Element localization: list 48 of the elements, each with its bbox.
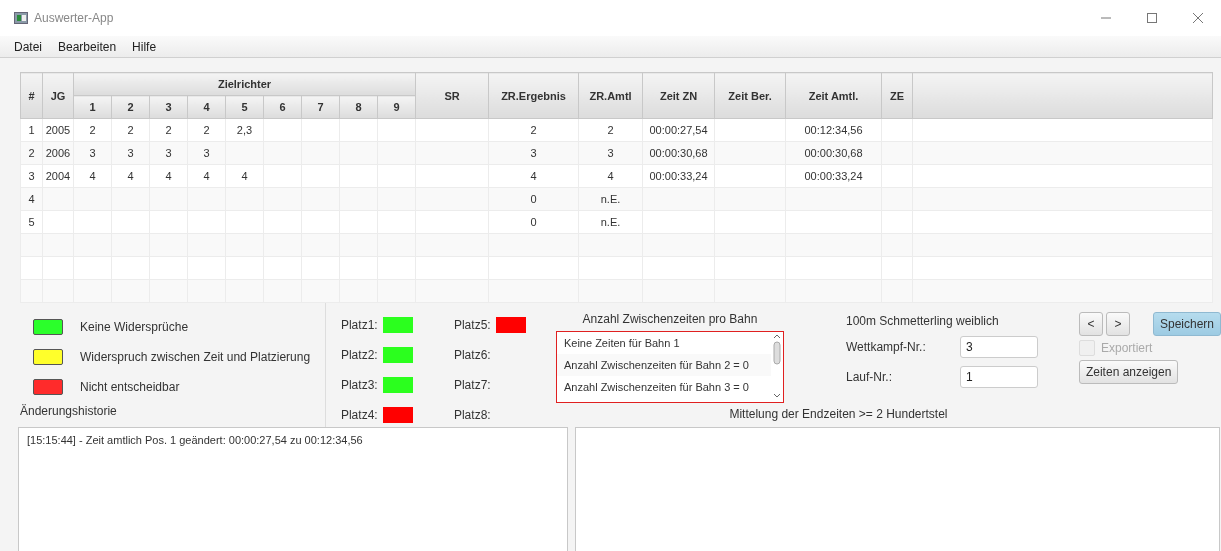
window-title: Auswerter-App [34,11,115,25]
nav-button[interactable]: > [1105,312,1130,336]
place-label: Platz4: [340,408,378,422]
legend-label: Widerspruch zwischen Zeit und Platzierung [80,350,311,364]
menu-item[interactable]: Hilfe [126,39,163,54]
split-times-list[interactable]: Keine Zeiten für Bahn 1 Anzahl Zwischenzeiten für Bahn 2 = 0 Anzahl Zwischenzeiten für Bahn 3 = 0 [555,331,784,403]
table-cell: 5 [20,210,43,234]
list-item[interactable]: Anzahl Zwischenzeiten für Bahn 2 = 0 [556,354,771,376]
show-times-button[interactable]: Zeiten anzeigen [1078,360,1179,384]
place-label: Platz7: [453,378,491,392]
split-times-title: Anzahl Zwischenzeiten pro Bahn [582,312,758,326]
table-cell: 4 [20,187,43,211]
input-field[interactable]: 3 [959,336,1038,358]
field-label: Lauf-Nr.: [845,370,893,384]
table-cell: 3 [20,164,43,188]
place-label: Platz8: [453,408,491,422]
menu-item[interactable]: Datei [8,39,48,54]
event-title: 100m Schmetterling weiblich [845,314,999,328]
table-cell: 1 [20,118,43,142]
place-label: Platz1: [340,318,378,332]
hint-text: Mittelung der Endzeiten >= 2 Hundertstel [729,407,948,421]
column-header[interactable]: Zeit ZN [642,72,715,119]
save-button[interactable]: Speichern [1152,312,1221,336]
column-header[interactable]: SR [415,72,489,119]
column-header[interactable]: ZE [881,72,913,119]
field-label: Wettkampf-Nr.: [845,340,927,354]
history-text-area[interactable]: [15:15:44] - Zeit amtlich Pos. 1 geändert: 00:00:27,54 zu 00:12:34,56 [18,427,568,551]
input-field[interactable]: 1 [959,366,1038,388]
nav-button[interactable]: < [1078,312,1103,336]
table-cell: 2 [20,141,43,165]
menu-item[interactable]: Bearbeiten [52,39,123,54]
column-header[interactable]: Zeit Amtl. [785,72,882,119]
place-label: Platz5: [453,318,491,332]
place-label: Platz2: [340,348,378,362]
column-header[interactable]: ZR.Amtl [578,72,643,119]
column-group-header: Zielrichter [73,72,416,96]
column-header[interactable]: # [20,72,43,119]
history-label: Änderungshistorie [20,404,117,418]
legend-label: Nicht entscheidbar [80,380,180,394]
app-icon [14,12,28,24]
column-header[interactable]: Zeit Ber. [714,72,786,119]
column-header[interactable]: JG [42,72,74,119]
scrollbar-icon[interactable] [770,332,783,400]
place-label: Platz6: [453,348,491,362]
column-header[interactable]: ZR.Ergebnis [488,72,579,119]
legend-label: Keine Widersprüche [80,320,189,334]
history-entry: [15:15:44] - Zeit amtlich Pos. 1 geändert: 00:00:27,54 zu 00:12:34,56 [27,434,363,446]
place-label: Platz3: [340,378,378,392]
